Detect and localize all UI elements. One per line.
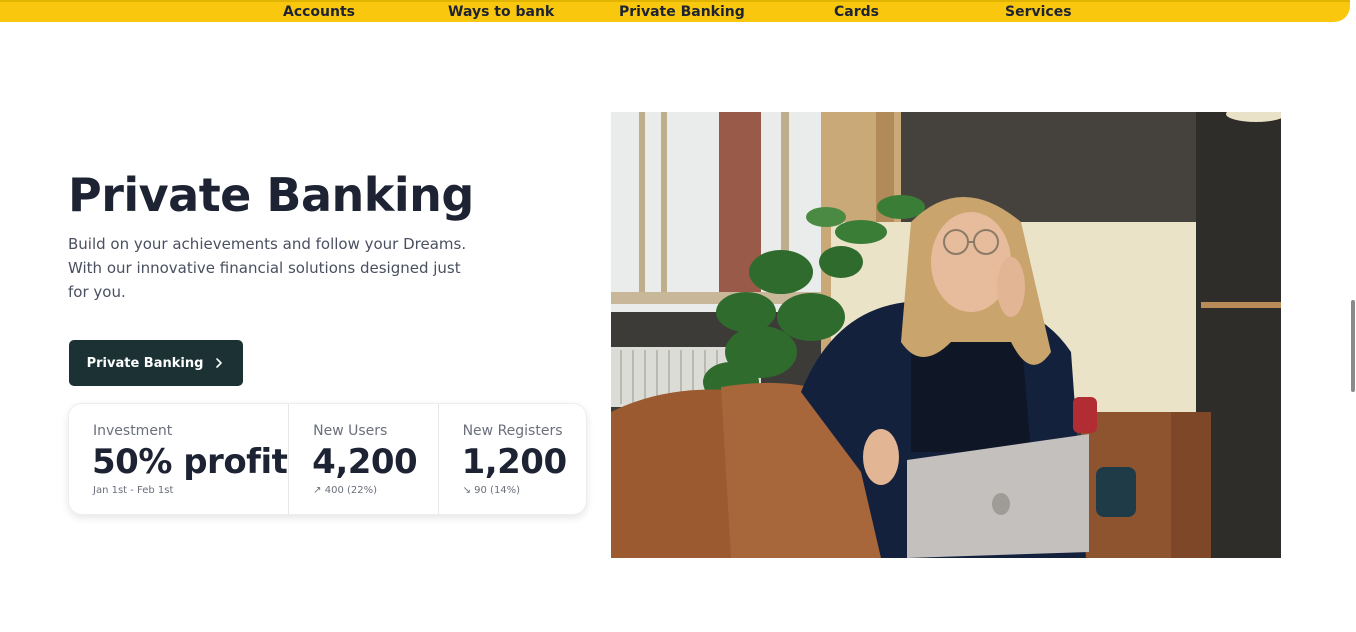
stat-value: 1,200 — [461, 442, 568, 482]
private-banking-button-label: Private Banking — [86, 355, 204, 371]
top-navigation: Accounts Ways to bank Private Banking Ca… — [0, 0, 1350, 22]
stats-card: Investment 50% profit Jan 1st - Feb 1st … — [68, 403, 587, 515]
stat-label: New Users — [313, 423, 388, 439]
stat-label: New Registers — [462, 423, 563, 439]
nav-item-cards[interactable]: Cards — [834, 4, 879, 20]
stat-subtext: Jan 1st - Feb 1st — [93, 485, 174, 496]
stat-value: 4,200 — [312, 442, 418, 482]
nav-item-accounts[interactable]: Accounts — [283, 4, 355, 20]
nav-item-ways-to-bank[interactable]: Ways to bank — [448, 4, 554, 20]
stat-label: Investment — [93, 423, 173, 439]
stat-value: 50% profit — [92, 442, 288, 482]
hero-photo — [611, 112, 1281, 558]
scrollbar-thumb[interactable] — [1351, 300, 1355, 392]
nav-item-private-banking[interactable]: Private Banking — [619, 4, 745, 20]
scrollbar-track[interactable] — [1350, 28, 1356, 632]
stat-subtext: ↘ 90 (14%) — [462, 485, 521, 496]
private-banking-button[interactable]: Private Banking — [69, 340, 243, 386]
stat-investment: Investment 50% profit Jan 1st - Feb 1st — [69, 404, 288, 514]
hero-description: Build on your achievements and follow yo… — [68, 235, 467, 301]
chevron-right-icon — [216, 358, 223, 368]
nav-item-services[interactable]: Services — [1005, 4, 1072, 20]
stat-subtext: ↗ 400 (22%) — [313, 485, 378, 496]
stat-new-users: New Users 4,200 ↗ 400 (22%) — [288, 404, 437, 514]
stat-new-registers: New Registers 1,200 ↘ 90 (14%) — [437, 404, 586, 514]
hero-photo-illustration — [611, 112, 1281, 558]
page-title: Private Banking — [68, 168, 474, 222]
